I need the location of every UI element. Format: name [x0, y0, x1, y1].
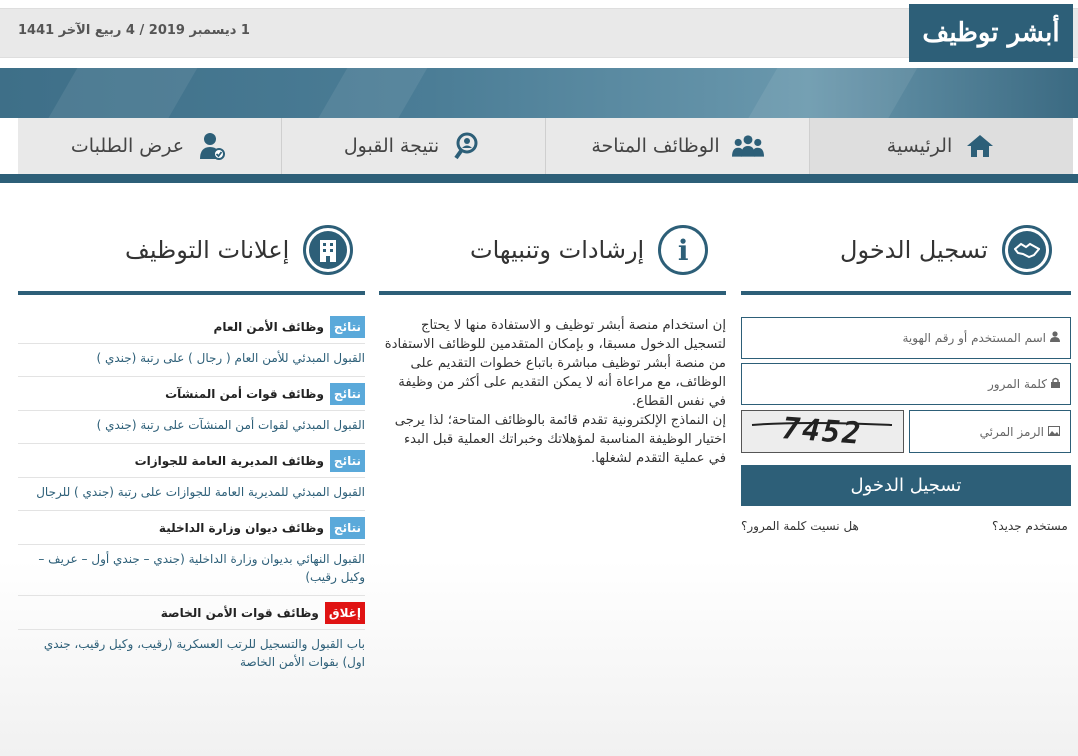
- nav-view-requests[interactable]: عرض الطلبات: [18, 118, 281, 174]
- nav-home-label: الرئيسية: [886, 135, 953, 157]
- list-item: نتائج وظائف الأمن العام القبول المبدئي ل…: [18, 310, 365, 377]
- status-badge: إغلاق: [324, 601, 365, 624]
- logo-text: أبشر توظيف: [922, 18, 1060, 48]
- lock-icon: [1051, 377, 1060, 391]
- announcements-title-underline: [18, 291, 365, 295]
- captcha-text: 7452: [781, 411, 864, 452]
- guidance-header: i إرشادات وتنبيهات: [470, 220, 709, 280]
- list-item: نتائج وظائف قوات أمن المنشآت القبول المب…: [18, 377, 365, 444]
- status-badge: نتائج: [329, 449, 365, 472]
- status-badge: نتائج: [329, 315, 365, 338]
- guidance-paragraph: إن استخدام منصة أبشر توظيف و الاستفادة م…: [384, 318, 726, 409]
- status-badge: نتائج: [329, 516, 365, 539]
- nav-view-requests-label: عرض الطلبات: [70, 135, 185, 157]
- nav-acceptance-result-label: نتيجة القبول: [343, 135, 440, 157]
- handshake-icon: [1001, 225, 1052, 275]
- username-placeholder: اسم المستخدم أو رقم الهوية: [902, 331, 1046, 345]
- banner-shape: [736, 68, 924, 118]
- announcement-link[interactable]: القبول المبدئي للمديرية العامة للجوازات …: [18, 478, 365, 510]
- announcement-title: وظائف المديرية العامة للجوازات: [134, 453, 324, 468]
- status-badge: نتائج: [329, 382, 365, 405]
- password-placeholder: كلمة المرور: [987, 377, 1047, 391]
- list-item: إغلاق وظائف قوات الأمن الخاصة باب القبول…: [18, 596, 365, 680]
- login-button[interactable]: تسجيل الدخول: [741, 465, 1071, 506]
- nav-available-jobs[interactable]: الوظائف المتاحة: [545, 118, 809, 174]
- site-logo[interactable]: أبشر توظيف: [909, 4, 1073, 62]
- banner-shape: [36, 68, 204, 118]
- announcements-list: نتائج وظائف الأمن العام القبول المبدئي ل…: [18, 310, 365, 680]
- login-header: تسجيل الدخول: [840, 220, 1052, 280]
- announcement-title: وظائف الأمن العام: [213, 319, 324, 334]
- announcement-link[interactable]: باب القبول والتسجيل للرتب العسكرية (رقيب…: [18, 630, 365, 680]
- guidance-text: إن استخدام منصة أبشر توظيف و الاستفادة م…: [383, 316, 726, 468]
- announcement-title: وظائف ديوان وزارة الداخلية: [158, 520, 324, 535]
- announcement-title: وظائف قوات أمن المنشآت: [165, 386, 324, 401]
- guidance-paragraph: إن النماذج الإلكترونية تقدم قائمة بالوظا…: [394, 413, 726, 466]
- top-bar: 1 ديسمبر 2019 / 4 ربيع الآخر 1441 أبشر ت…: [0, 0, 1078, 62]
- header-banner: [0, 68, 1078, 118]
- home-icon: [964, 132, 996, 160]
- building-icon: [303, 225, 354, 275]
- main-nav: الرئيسية الوظائف المتاحة نتيجة القبول عر…: [18, 118, 1073, 174]
- login-title-underline: [741, 291, 1071, 295]
- username-field[interactable]: اسم المستخدم أو رقم الهوية: [741, 317, 1071, 359]
- list-item: نتائج وظائف ديوان وزارة الداخلية القبول …: [18, 511, 365, 596]
- header-date: 1 ديسمبر 2019 / 4 ربيع الآخر 1441: [18, 23, 250, 38]
- guidance-title-underline: [379, 291, 726, 295]
- nav-home[interactable]: الرئيسية: [809, 118, 1073, 174]
- announcements-header: إعلانات التوظيف: [125, 220, 354, 280]
- captcha-image: 7452: [741, 410, 904, 453]
- list-item: نتائج وظائف المديرية العامة للجوازات الق…: [18, 444, 365, 511]
- user-check-icon: [196, 132, 228, 160]
- banner-shape: [306, 68, 434, 118]
- image-icon: [1048, 425, 1060, 439]
- forgot-password-link[interactable]: هل نسيت كلمة المرور؟: [741, 519, 859, 533]
- captcha-placeholder: الرمز المرئي: [979, 424, 1044, 439]
- announcement-link[interactable]: القبول المبدئي لقوات أمن المنشآت على رتب…: [18, 411, 365, 443]
- search-person-icon: [451, 132, 483, 160]
- guidance-title: إرشادات وتنبيهات: [470, 236, 645, 264]
- captcha-field[interactable]: الرمز المرئي: [909, 410, 1071, 453]
- group-icon: [731, 132, 764, 160]
- nav-available-jobs-label: الوظائف المتاحة: [591, 135, 720, 157]
- announcement-link[interactable]: القبول المبدئي للأمن العام ( رجال ) على …: [18, 344, 365, 376]
- info-icon: i: [658, 225, 709, 275]
- nav-underline: [0, 174, 1078, 183]
- announcement-title: وظائف قوات الأمن الخاصة: [160, 605, 319, 620]
- nav-acceptance-result[interactable]: نتيجة القبول: [281, 118, 545, 174]
- password-field[interactable]: كلمة المرور: [741, 363, 1071, 405]
- announcements-title: إعلانات التوظيف: [125, 236, 290, 264]
- announcement-link[interactable]: القبول النهائي بديوان وزارة الداخلية (جن…: [18, 545, 365, 595]
- new-user-link[interactable]: مستخدم جديد؟: [992, 519, 1068, 533]
- login-title: تسجيل الدخول: [840, 236, 988, 264]
- user-icon: [1050, 331, 1060, 345]
